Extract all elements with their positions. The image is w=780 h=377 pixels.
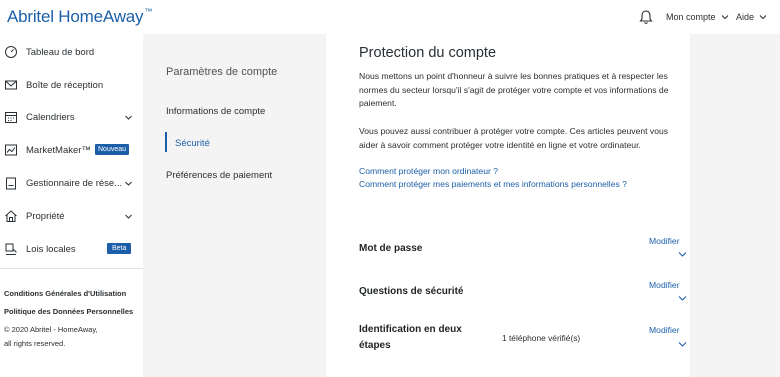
sidebar-item-label: Lois locales — [26, 243, 76, 255]
sidebar-item-local-laws[interactable]: Lois locales Beta — [0, 233, 143, 265]
sidebar: Tableau de bord Boîte de réception Calen… — [0, 34, 143, 377]
chevron-down-icon[interactable] — [678, 251, 687, 258]
edit-two-step-button[interactable]: Modifier — [649, 325, 680, 335]
brand-trademark: ™ — [144, 7, 153, 16]
security-questions-label: Questions de sécurité — [359, 286, 464, 297]
sidebar-item-calendars[interactable]: Calendriers — [0, 101, 143, 133]
house-icon — [5, 210, 17, 222]
beta-badge: Beta — [107, 243, 132, 254]
intro-paragraph: Nous mettons un point d'honneur à suivre… — [359, 71, 669, 108]
edit-security-questions-button[interactable]: Modifier — [649, 280, 680, 290]
chart-line-icon — [5, 144, 17, 156]
new-badge: Nouveau — [95, 144, 130, 155]
settings-title: Paramètres de compte — [166, 66, 278, 78]
sidebar-item-label: MarketMaker™ — [26, 144, 91, 156]
sidebar-item-inbox[interactable]: Boîte de réception — [0, 69, 143, 101]
password-label: Mot de passe — [359, 243, 423, 254]
sidebar-item-dashboard[interactable]: Tableau de bord — [0, 36, 143, 68]
notification-bell-icon[interactable] — [638, 9, 654, 25]
settings-item-account-info[interactable]: Informations de compte — [166, 106, 265, 117]
page-title: Protection du compte — [359, 45, 497, 61]
envelope-icon — [5, 80, 17, 90]
brand-logo-text: Abritel HomeAway — [7, 7, 144, 26]
sidebar-item-marketmaker[interactable]: MarketMaker™ Nouveau — [0, 134, 143, 166]
top-header: Abritel HomeAway™ Mon compte Aide — [0, 0, 780, 34]
chevron-down-icon — [125, 115, 132, 120]
chevron-down-icon — [125, 181, 132, 186]
sidebar-divider — [0, 268, 143, 269]
brand-logo[interactable]: Abritel HomeAway™ — [7, 7, 152, 27]
sidebar-item-label: Boîte de réception — [26, 79, 104, 91]
sidebar-item-property[interactable]: Propriété — [0, 200, 143, 232]
help-menu[interactable]: Aide — [736, 12, 767, 22]
sidebar-item-label: Gestionnaire de rése... — [26, 177, 123, 189]
verified-phones-value: 1 téléphone vérifié(s) — [502, 333, 581, 343]
protect-computer-link[interactable]: Comment protéger mon ordinateur ? — [359, 166, 498, 176]
account-menu-label: Mon compte — [666, 12, 716, 22]
sidebar-item-reservation-manager[interactable]: Gestionnaire de rése... — [0, 167, 143, 199]
chevron-down-icon — [125, 214, 132, 219]
sidebar-item-label: Tableau de bord — [26, 46, 95, 58]
clipboard-icon — [6, 177, 16, 190]
account-settings-nav: Paramètres de compte Informations de com… — [143, 34, 326, 377]
terms-link[interactable]: Conditions Générales d'Utilisation — [4, 289, 126, 298]
chevron-down-icon[interactable] — [678, 341, 687, 348]
help-paragraph: Vous pouvez aussi contribuer à protéger … — [359, 126, 669, 150]
chevron-down-icon[interactable] — [678, 295, 687, 302]
sidebar-item-label: Propriété — [26, 210, 65, 222]
account-protection-panel: Protection du compte Nous mettons un poi… — [326, 34, 690, 377]
dashboard-gauge-icon — [5, 46, 17, 58]
help-menu-label: Aide — [736, 12, 755, 22]
copyright-text: © 2020 Abritel - HomeAway, — [4, 325, 98, 334]
calendar-icon — [5, 112, 17, 123]
rights-text: all rights reserved. — [4, 339, 66, 348]
gavel-icon — [5, 243, 17, 255]
chevron-down-icon — [721, 15, 728, 20]
settings-item-security[interactable]: Sécurité — [175, 138, 210, 149]
edit-password-button[interactable]: Modifier — [649, 236, 680, 246]
chevron-down-icon — [759, 15, 767, 20]
settings-item-payment-preferences[interactable]: Préférences de paiement — [166, 170, 272, 181]
active-indicator — [165, 132, 167, 152]
two-step-verification-label: Identification en deux étapes — [359, 324, 462, 351]
sidebar-item-label: Calendriers — [26, 111, 75, 123]
protect-payments-link[interactable]: Comment protéger mes paiements et mes in… — [359, 179, 627, 189]
privacy-link[interactable]: Politique des Données Personnelles — [4, 307, 133, 316]
account-menu[interactable]: Mon compte — [666, 12, 729, 22]
